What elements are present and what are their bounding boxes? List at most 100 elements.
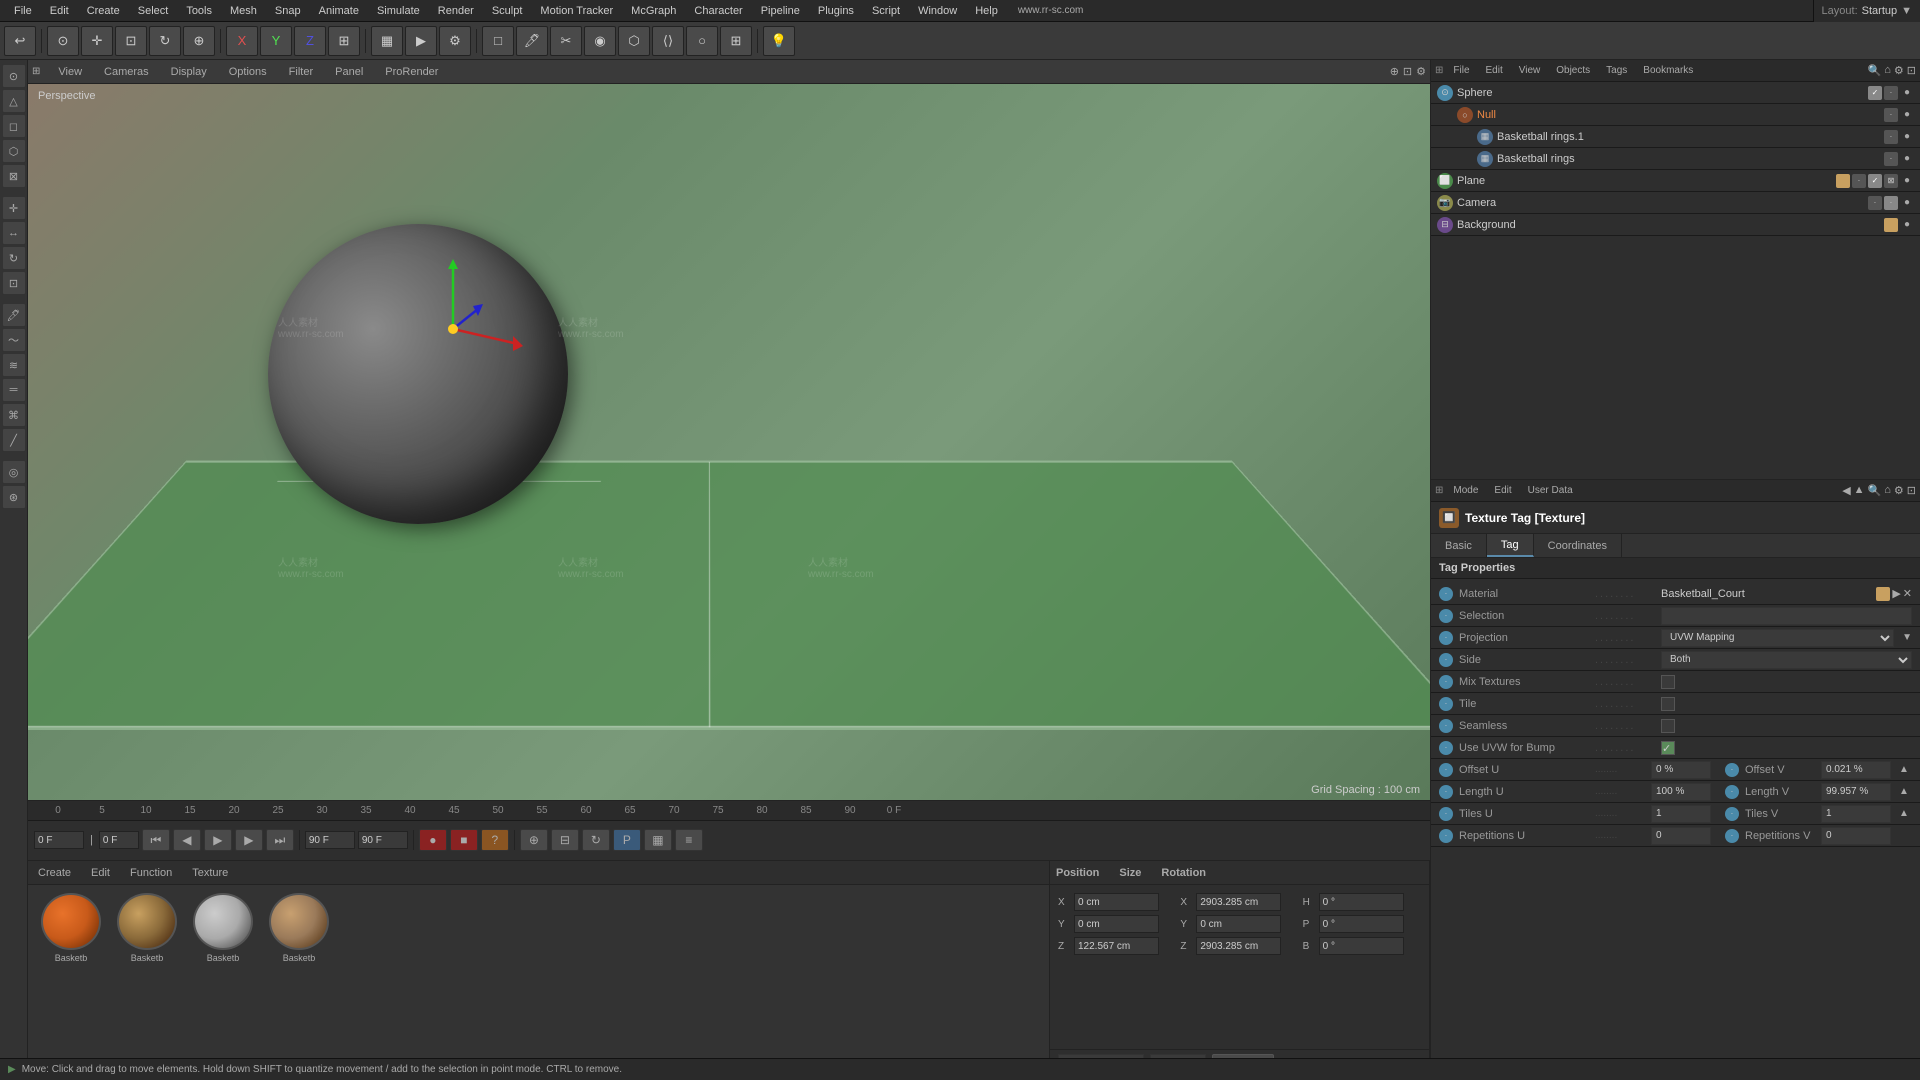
record-btn[interactable]: ● [419, 829, 447, 851]
max-frame-input[interactable] [358, 831, 408, 849]
menu-window[interactable]: Window [910, 3, 965, 19]
viewport-tab-view[interactable]: View [50, 64, 90, 80]
flatten-btn[interactable]: ═ [2, 378, 26, 402]
viewport-maximize-icon[interactable]: ⊡ [1403, 65, 1412, 78]
viewport-tab-options[interactable]: Options [221, 64, 275, 80]
uvw-mode-btn[interactable]: ⊠ [2, 164, 26, 188]
rings1-vis[interactable]: ● [1900, 130, 1914, 144]
material-clear-icon[interactable]: ✕ [1903, 587, 1912, 601]
move-tool[interactable]: ✛ [81, 26, 113, 56]
end-frame-input[interactable] [305, 831, 355, 849]
prop-length-v-input[interactable] [1821, 783, 1891, 801]
mat-tab-function[interactable]: Function [120, 861, 182, 884]
y-axis[interactable]: Y [260, 26, 292, 56]
undo-button[interactable]: ↩ [4, 26, 36, 56]
tag-userdata-btn[interactable]: User Data [1522, 484, 1579, 497]
step-forward-btn[interactable]: ▶ [235, 829, 263, 851]
select-tool[interactable]: ⊙ [47, 26, 79, 56]
auto-key-btn[interactable]: ? [481, 829, 509, 851]
goto-end-btn[interactable]: ⏭ [266, 829, 294, 851]
camera-tag-1[interactable]: · [1868, 196, 1882, 210]
plane-texture-tag[interactable] [1836, 174, 1850, 188]
prop-rep-v-input[interactable] [1821, 827, 1891, 845]
render-settings[interactable]: ⚙ [439, 26, 471, 56]
tag-prev-icon[interactable]: ◀ [1842, 484, 1850, 497]
material-item-0[interactable]: Basketb [36, 893, 106, 963]
polygon-tool[interactable]: ⬡ [618, 26, 650, 56]
stop-btn[interactable]: ■ [450, 829, 478, 851]
menu-pipeline[interactable]: Pipeline [753, 3, 808, 19]
size-x-input[interactable] [1196, 893, 1281, 911]
rot-b-input[interactable] [1319, 937, 1404, 955]
main-viewport[interactable]: Perspective [28, 84, 1430, 800]
rot-p-input[interactable] [1319, 915, 1404, 933]
material-item-2[interactable]: Basketb [188, 893, 258, 963]
menu-character[interactable]: Character [686, 3, 750, 19]
menu-sculpt[interactable]: Sculpt [484, 3, 531, 19]
loop-select[interactable]: ◉ [584, 26, 616, 56]
background-vis[interactable]: ● [1900, 218, 1914, 232]
objects-search-icon[interactable]: 🔍 [1868, 64, 1882, 77]
menu-snap[interactable]: Snap [267, 3, 309, 19]
step-back-btn[interactable]: ◀ [173, 829, 201, 851]
size-z-input[interactable] [1196, 937, 1281, 955]
bg-texture-tag[interactable] [1884, 218, 1898, 232]
obj-plane[interactable]: ⬜ Plane · ✓ ⊠ ● [1431, 170, 1920, 192]
pos-z-input[interactable] [1074, 937, 1159, 955]
mat-tab-texture[interactable]: Texture [182, 861, 238, 884]
timeline-settings-btn[interactable]: ≡ [675, 829, 703, 851]
plane-tag-4[interactable]: ⊠ [1884, 174, 1898, 188]
current-frame-input[interactable] [34, 831, 84, 849]
smooth-btn[interactable]: ≋ [2, 353, 26, 377]
viewport-tab-prorender[interactable]: ProRender [377, 64, 446, 80]
objects-settings-icon[interactable]: ⚙ [1894, 64, 1904, 77]
paint-btn[interactable]: 🖊 [2, 303, 26, 327]
menu-render[interactable]: Render [430, 3, 482, 19]
prop-tiles-v-input[interactable] [1821, 805, 1891, 823]
warp-btn[interactable]: ⌘ [2, 403, 26, 427]
objects-view-btn[interactable]: View [1513, 64, 1547, 77]
rotate-tool[interactable]: ↻ [149, 26, 181, 56]
layout-selector[interactable]: Layout: Startup ▼ [1813, 0, 1920, 22]
tag-edit-btn[interactable]: Edit [1488, 484, 1517, 497]
scale-btn[interactable]: ⊡ [2, 271, 26, 295]
z-axis[interactable]: Z [294, 26, 326, 56]
prop-projection-select[interactable]: UVW Mapping Flat Cubic Spherical [1661, 629, 1894, 647]
objects-home-icon[interactable]: ⌂ [1884, 64, 1891, 77]
menu-select[interactable]: Select [130, 3, 177, 19]
prop-tiles-u-input[interactable] [1651, 805, 1711, 823]
texture-btn[interactable]: ⊛ [2, 485, 26, 509]
plane-tag-2[interactable]: · [1852, 174, 1866, 188]
circle-tool[interactable]: ○ [686, 26, 718, 56]
objects-expand-icon[interactable]: ⊡ [1907, 64, 1916, 77]
menu-script[interactable]: Script [864, 3, 908, 19]
move-btn[interactable]: ↔ [2, 221, 26, 245]
menu-motion-tracker[interactable]: Motion Tracker [532, 3, 621, 19]
tag-search-icon[interactable]: 🔍 [1868, 484, 1882, 497]
null-vis[interactable]: ● [1900, 108, 1914, 122]
tag-home-icon[interactable]: ⌂ [1884, 484, 1891, 497]
rings1-tag-1[interactable]: · [1884, 130, 1898, 144]
edge-mode-btn[interactable]: △ [2, 89, 26, 113]
knife-tool[interactable]: ✂ [550, 26, 582, 56]
menu-animate[interactable]: Animate [311, 3, 367, 19]
object-mode-btn[interactable]: ⊙ [2, 64, 26, 88]
tag-subtab-coordinates[interactable]: Coordinates [1534, 534, 1622, 557]
poly-mode-btn[interactable]: ⬡ [2, 139, 26, 163]
material-item-3[interactable]: Basketb [264, 893, 334, 963]
objects-edit-btn[interactable]: Edit [1480, 64, 1509, 77]
camera-vis[interactable]: ● [1900, 196, 1914, 210]
prop-tile-checkbox[interactable] [1661, 697, 1675, 711]
multi-tool[interactable]: ⊕ [183, 26, 215, 56]
cube-front[interactable]: □ [482, 26, 514, 56]
prop-selection-input[interactable] [1661, 607, 1912, 625]
p-marker-btn[interactable]: P [613, 829, 641, 851]
size-y-input[interactable] [1196, 915, 1281, 933]
smear-btn[interactable]: 〜 [2, 328, 26, 352]
obj-sphere[interactable]: ⊙ Sphere ✓ · ● [1431, 82, 1920, 104]
objects-file-btn[interactable]: File [1447, 64, 1475, 77]
tag-subtab-tag[interactable]: Tag [1487, 534, 1534, 557]
objects-bookmarks-btn[interactable]: Bookmarks [1637, 64, 1699, 77]
sphere-tag-1[interactable]: ✓ [1868, 86, 1882, 100]
obj-background[interactable]: ⊟ Background ● [1431, 214, 1920, 236]
